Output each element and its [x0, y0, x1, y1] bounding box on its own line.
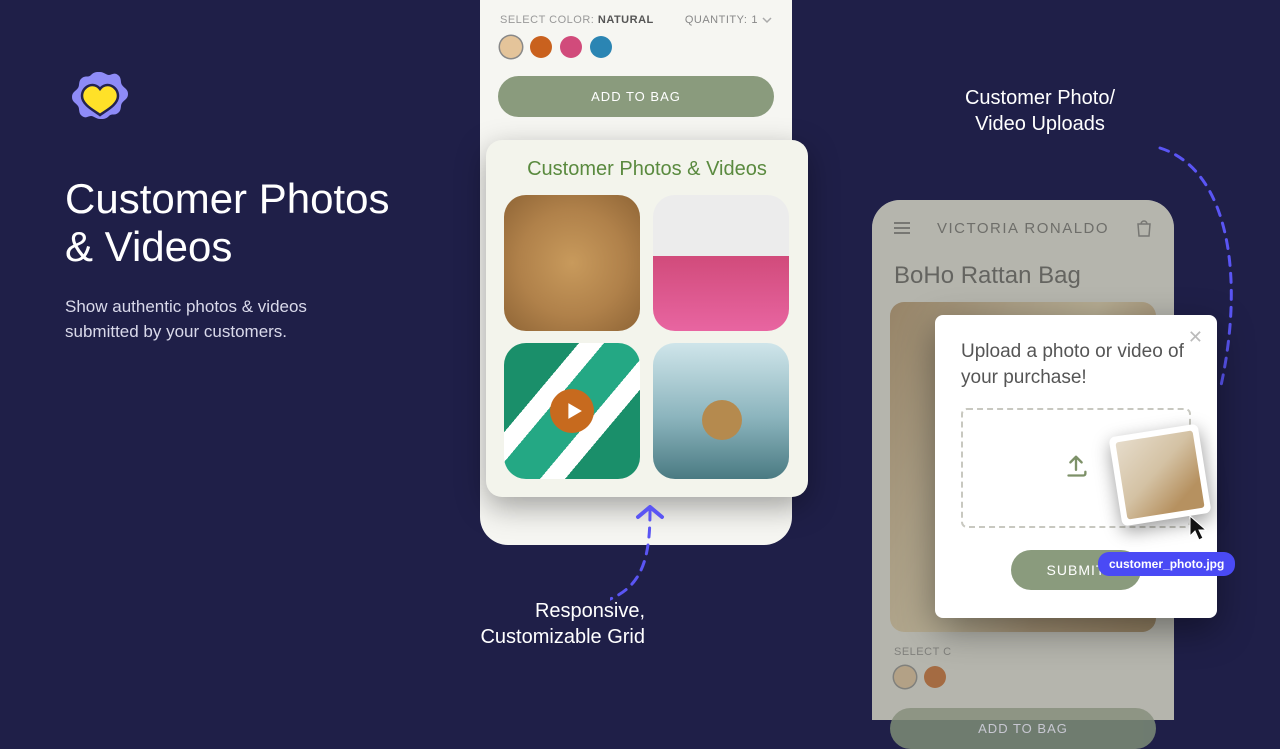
customer-video-tile[interactable] — [504, 343, 640, 479]
upload-modal-heading: Upload a photo or video of your purchase… — [961, 339, 1191, 390]
hero-title-line1: Customer Photos — [65, 175, 389, 222]
cursor-icon — [1188, 514, 1212, 542]
swatch-natural[interactable] — [500, 36, 522, 58]
caption-upload: Customer Photo/Video Uploads — [940, 85, 1140, 137]
select-color-label: SELECT COLOR: NATURAL — [500, 14, 654, 26]
app-logo — [70, 70, 130, 135]
customer-photo-tile[interactable] — [504, 195, 640, 331]
customer-media-widget: Customer Photos & Videos — [486, 140, 808, 497]
upload-icon — [1061, 453, 1091, 483]
customer-photo-tile[interactable] — [653, 195, 789, 331]
close-icon[interactable]: ✕ — [1188, 327, 1203, 348]
swatch-blue[interactable] — [590, 36, 612, 58]
widget-title: Customer Photos & Videos — [504, 158, 790, 181]
hero-title-line2: & Videos — [65, 223, 232, 270]
hero-subtitle: Show authentic photos & videos submitted… — [65, 295, 375, 344]
quantity-selector[interactable]: QUANTITY: 1 — [685, 14, 772, 26]
color-swatches — [500, 36, 772, 58]
swatch-orange[interactable] — [530, 36, 552, 58]
play-icon — [550, 389, 594, 433]
filename-chip: customer_photo.jpg — [1098, 552, 1235, 576]
hero-title: Customer Photos & Videos — [65, 175, 389, 272]
add-to-bag-button[interactable]: ADD TO BAG — [498, 76, 774, 117]
customer-photo-tile[interactable] — [653, 343, 789, 479]
caption-responsive-grid: Responsive,Customizable Grid — [385, 598, 645, 650]
chevron-down-icon — [762, 15, 772, 25]
swatch-pink[interactable] — [560, 36, 582, 58]
dragged-thumbnail[interactable] — [1109, 424, 1212, 527]
